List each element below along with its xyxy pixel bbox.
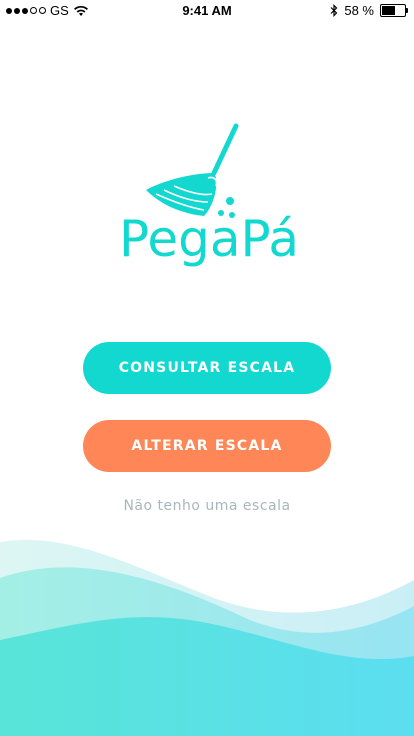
status-bar: GS 9:41 AM 58 % [0, 0, 414, 22]
status-right: 58 % [330, 3, 408, 18]
consultar-escala-button[interactable]: CONSULTAR ESCALA [83, 342, 331, 394]
bluetooth-icon [330, 4, 338, 17]
alterar-escala-button[interactable]: ALTERAR ESCALA [83, 420, 331, 472]
broom-icon [146, 123, 239, 218]
battery-percent: 58 % [344, 3, 374, 18]
logo-wordmark: PegaPá [119, 210, 299, 268]
wave-background [0, 539, 414, 736]
pegapa-logo: PegaPá [119, 123, 299, 268]
no-scale-link[interactable]: Não tenho uma escala [0, 498, 414, 514]
battery-icon [380, 4, 408, 17]
